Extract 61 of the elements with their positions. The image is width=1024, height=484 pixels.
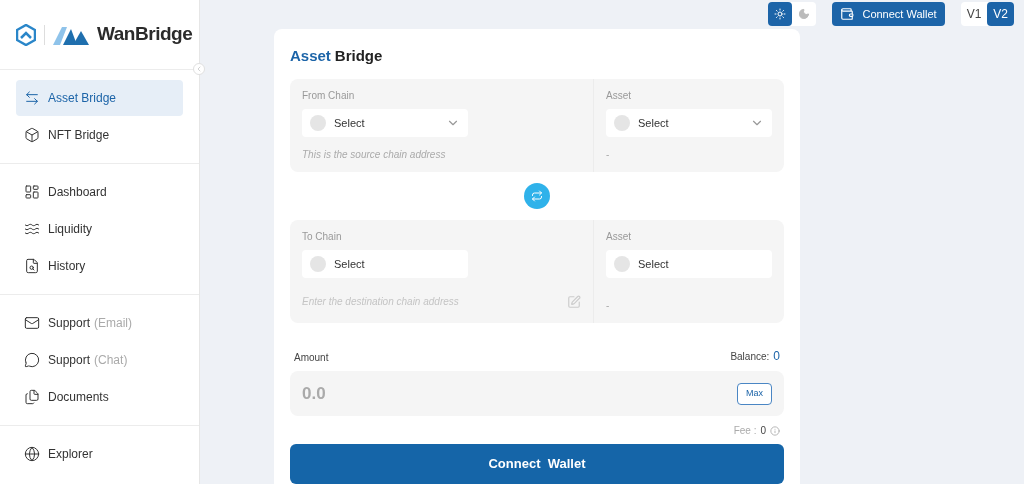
address-note: This is the source chain address	[302, 148, 447, 162]
bridge-icon	[24, 90, 40, 106]
field-label: Asset	[606, 230, 632, 244]
version-tab[interactable]: V2	[987, 2, 1014, 27]
nav-item[interactable]: Explorer	[16, 436, 183, 472]
fee-value: 0	[760, 424, 766, 438]
asset-note: -	[606, 299, 611, 313]
amount-field[interactable]: 0.0	[302, 380, 737, 407]
balance-value: 0	[773, 348, 780, 365]
version-tab[interactable]: V1	[960, 2, 988, 27]
connect-wallet-button[interactable]: Connect Wallet	[290, 444, 784, 484]
nav-item[interactable]: NFT Bridge	[16, 117, 183, 153]
field-label: To Chain	[302, 230, 343, 244]
logo-text: WanBridge	[97, 22, 193, 47]
nav-item[interactable]: Support (Email)	[16, 305, 183, 341]
sun-icon	[774, 8, 787, 21]
cube-icon	[24, 127, 40, 143]
nav-item[interactable]: Support (Chat)	[16, 342, 183, 378]
mail-icon	[24, 315, 40, 331]
amount-input-box[interactable]: 0.0 Max	[290, 371, 784, 416]
token-placeholder-icon	[310, 256, 326, 272]
connect-wallet-button[interactable]: Connect Wallet	[832, 2, 945, 27]
nav-item[interactable]: Dashboard	[16, 174, 183, 210]
nav-note: (Email)	[94, 315, 133, 332]
swap-button[interactable]	[524, 183, 550, 209]
wallet-icon	[840, 7, 855, 22]
moon-icon	[798, 8, 811, 21]
token-placeholder-icon	[614, 115, 630, 131]
nav-item[interactable]: Asset Bridge	[16, 80, 183, 116]
field-label: Asset	[606, 89, 632, 103]
document-search-icon	[24, 258, 40, 274]
balance-label: Balance:	[730, 350, 770, 364]
globe-icon	[24, 446, 40, 462]
select-dropdown[interactable]: Select	[302, 250, 468, 278]
light-mode-button[interactable]	[768, 2, 793, 27]
nav-item[interactable]: Documents	[16, 379, 183, 415]
info-icon	[770, 425, 780, 436]
nav-item[interactable]: History	[16, 248, 183, 284]
amount-label: Amount	[294, 351, 329, 365]
logo-mark-icon	[53, 24, 89, 45]
fee-label: Fee :	[733, 424, 757, 438]
nav-item[interactable]: Liquidity	[16, 211, 183, 247]
card-title: Bridge	[334, 45, 383, 66]
nav-note: (Chat)	[94, 352, 128, 369]
collapse-handle[interactable]	[193, 63, 205, 75]
swap-icon	[531, 190, 543, 202]
asset-note: -	[606, 148, 611, 162]
token-placeholder-icon	[614, 256, 630, 272]
waves-icon	[24, 221, 40, 237]
card-title-accent: Asset	[290, 45, 331, 66]
logo-icon	[16, 23, 36, 46]
chat-icon	[24, 352, 40, 368]
files-icon	[24, 389, 40, 405]
token-placeholder-icon	[310, 115, 326, 131]
max-button[interactable]: Max	[737, 382, 772, 405]
select-dropdown[interactable]: Select	[606, 109, 772, 137]
field-label: From Chain	[302, 89, 356, 103]
edit-icon	[567, 294, 581, 309]
select-dropdown[interactable]: Select	[606, 250, 772, 278]
select-dropdown[interactable]: Select	[302, 109, 468, 137]
dashboard-icon	[24, 184, 40, 200]
